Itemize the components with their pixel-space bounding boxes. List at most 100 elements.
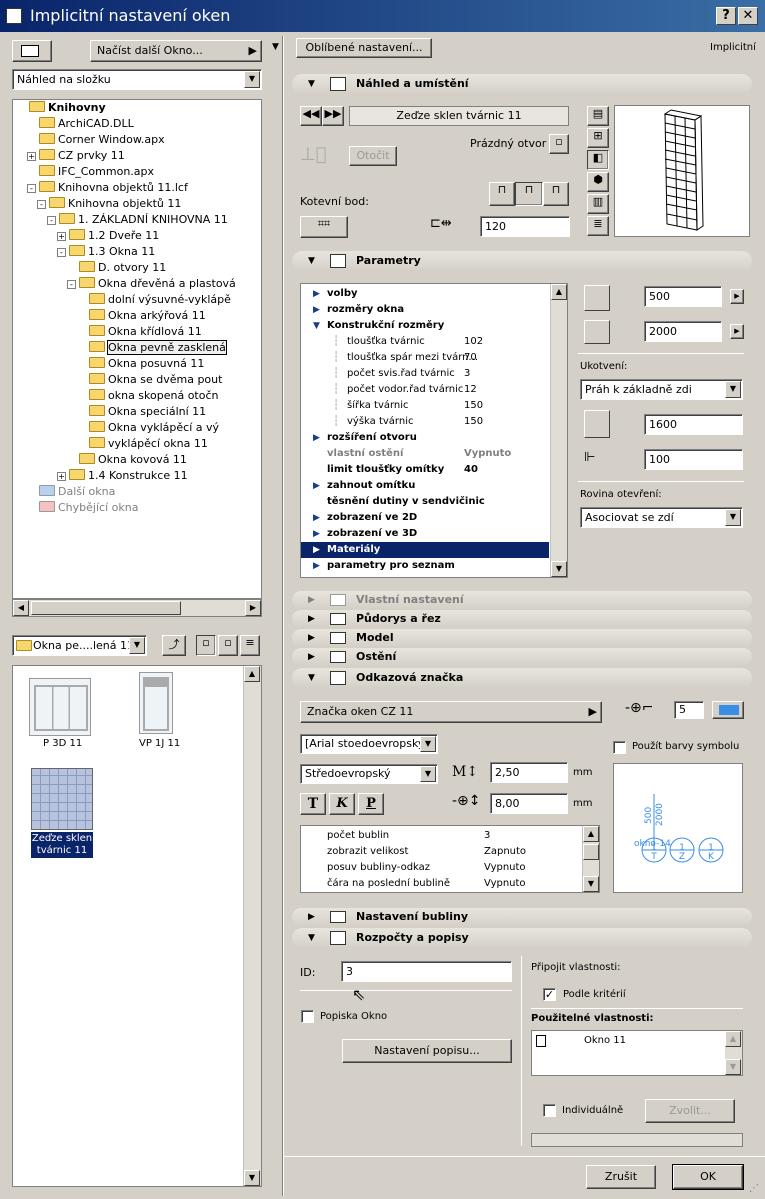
param-row[interactable]: ▶ zahnout omítku	[301, 478, 551, 494]
height-input[interactable]: 2000	[644, 321, 722, 342]
splitter-arrow-icon[interactable]: ▼	[272, 42, 279, 52]
scroll-down-icon[interactable]: ▼	[551, 561, 567, 577]
section-bubble-settings[interactable]: ▶ Nastavení bubliny	[292, 908, 752, 926]
bold-button[interactable]: T	[300, 793, 326, 815]
param-row[interactable]: ▶ zobrazení ve 2D	[301, 510, 551, 526]
scroll-thumb[interactable]	[583, 844, 599, 860]
marker-param-row[interactable]: čára na poslední bublině Vypnuto	[327, 876, 577, 892]
section-model[interactable]: ▶ Model	[292, 629, 752, 647]
expand-triangle-icon[interactable]: ▶	[313, 558, 320, 574]
scroll-down-icon[interactable]: ▼	[244, 1170, 260, 1186]
pen-color-button[interactable]	[712, 701, 744, 719]
marker-param-row[interactable]: počet bublin 3	[327, 828, 577, 844]
rotate-button[interactable]: Otočit	[349, 146, 397, 166]
scroll-thumb[interactable]	[31, 601, 181, 615]
section-reveal[interactable]: ▶ Ostění	[292, 648, 752, 666]
anchor-points-button[interactable]: ⌗⌗	[300, 216, 348, 238]
tree-node[interactable]: D. otvory 11	[79, 260, 166, 276]
thumb-vp1j[interactable]	[139, 672, 173, 734]
tree-node[interactable]: Okna křídlová 11	[89, 324, 202, 340]
cancel-button[interactable]: Zrušit	[586, 1165, 656, 1189]
empty-opening-button[interactable]: ▫	[549, 134, 569, 154]
close-button[interactable]: ✕	[738, 7, 758, 25]
chevron-down-icon[interactable]: ▼	[420, 766, 436, 782]
expand-triangle-icon[interactable]: ▶	[313, 430, 320, 446]
bubble-size-input[interactable]: 8,00	[490, 793, 568, 814]
marker-param-list[interactable]: počet bublin 3 zobrazit velikost Zapnuto pos…	[300, 825, 600, 893]
load-more-button[interactable]: Načíst další Okno... ▶	[90, 40, 262, 62]
small-view-button[interactable]: ▫	[218, 635, 238, 656]
anchor-center-button[interactable]: ⊓	[515, 182, 543, 206]
expand-triangle-icon[interactable]: ▶	[313, 510, 320, 526]
charset-select[interactable]: Středoevropský ▼	[300, 764, 438, 784]
favorites-button[interactable]: Oblíbené nastavení...	[296, 38, 432, 58]
param-row[interactable]: limit tloušťky omítky 40	[301, 462, 551, 478]
expand-triangle-icon[interactable]: ▶	[313, 478, 320, 494]
tree-node[interactable]: Knihovny	[29, 100, 106, 116]
expand-triangle-icon[interactable]: ▶	[313, 286, 320, 302]
collapse-icon[interactable]: -	[57, 248, 66, 257]
collapse-icon[interactable]: -	[47, 216, 56, 225]
collapse-icon[interactable]: -	[67, 280, 76, 289]
section-custom-settings[interactable]: ▶ Vlastní nastavení	[292, 591, 752, 609]
anchor-offset-input[interactable]: 120	[480, 216, 570, 237]
thumbnail-area[interactable]: P 3D 11 VP 1J 11 Zeďze sklen tvárnic 11 …	[12, 665, 262, 1187]
collapse-icon[interactable]: -	[37, 200, 46, 209]
param-row[interactable]: ┆ počet vodor.řad tvárnic 12	[301, 382, 551, 398]
resize-grip-icon[interactable]: ⋰	[749, 1183, 763, 1197]
tree-node[interactable]: okna skopená otočn	[89, 388, 219, 404]
tree-hscrollbar[interactable]: ◀ ▶	[12, 599, 262, 617]
thumb-p3d[interactable]	[29, 678, 91, 736]
italic-button[interactable]: K	[329, 793, 355, 815]
scroll-right-icon[interactable]: ▶	[245, 600, 261, 616]
elevation-view-button[interactable]: ◧	[587, 150, 609, 170]
thumb-glass-block[interactable]	[31, 768, 93, 830]
tree-node[interactable]: IFC_Common.apx	[39, 164, 154, 180]
section-preview-placement[interactable]: ▼ Náhled a umístění	[292, 74, 752, 94]
opening-plane-select[interactable]: Asociovat se zdí ▼	[580, 507, 743, 528]
chevron-down-icon[interactable]: ▼	[725, 381, 741, 398]
tree-node[interactable]: Chybějící okna	[39, 500, 138, 516]
marker-param-row[interactable]: posuv bubliny-odkaz Vypnuto	[327, 860, 577, 876]
chevron-down-icon[interactable]: ▼	[129, 637, 145, 654]
icon-view-button[interactable]: ▫	[196, 635, 216, 656]
tree-node[interactable]: Další okna	[39, 484, 115, 500]
plan-view-button[interactable]: ▤	[587, 106, 609, 126]
scroll-up-icon[interactable]: ▲	[551, 284, 567, 300]
chevron-down-icon[interactable]: ▼	[725, 509, 741, 526]
section-listing[interactable]: ▼ Rozpočty a popisy	[292, 928, 752, 948]
marker-type-select[interactable]: Značka oken CZ 11 ▶	[300, 701, 602, 723]
marker-scrollbar[interactable]: ▲ ▼	[582, 826, 599, 892]
sill-height-input[interactable]: 1600	[644, 414, 743, 435]
chevron-down-icon[interactable]: ▼	[420, 736, 436, 752]
list-preview-button[interactable]: ≣	[587, 216, 609, 236]
parameter-list[interactable]: ▶ volby ▶ rozměry okna ▼ Konstrukční rozměry ┆…	[300, 283, 568, 578]
section-floorplan[interactable]: ▶ Půdorys a řez	[292, 610, 752, 628]
library-tree[interactable]: Knihovny ArchiCAD.DLL Corner Window.apx + CZ…	[12, 99, 262, 599]
param-row[interactable]: ┆ počet svis.řad tvárnic 3	[301, 366, 551, 382]
choose-button[interactable]: Zvolit...	[645, 1099, 735, 1123]
anchoring-select[interactable]: Práh k základně zdi ▼	[580, 379, 743, 400]
tree-node[interactable]: - 1. ZÁKLADNÍ KNIHOVNA 11	[47, 212, 228, 228]
usable-props-list[interactable]: Okno 11 ▲ ▼	[531, 1030, 743, 1076]
chevron-down-icon[interactable]: ▼	[244, 71, 260, 88]
tree-node[interactable]: Okna kovová 11	[79, 452, 187, 468]
expand-icon[interactable]: +	[27, 152, 36, 161]
tree-node[interactable]: Okna vyklápěcí a vý	[89, 420, 219, 436]
tree-node[interactable]: Okna se dvěma pout	[89, 372, 222, 388]
expand-triangle-icon[interactable]: ▶	[313, 302, 320, 318]
tree-node[interactable]: - 1.3 Okna 11	[57, 244, 155, 260]
scroll-down-icon[interactable]: ▼	[725, 1059, 741, 1075]
expand-icon[interactable]: +	[57, 472, 66, 481]
label-settings-button[interactable]: Nastavení popisu...	[342, 1039, 512, 1063]
by-criteria-checkbox[interactable]: ✓	[543, 988, 556, 1001]
tree-node[interactable]: ArchiCAD.DLL	[39, 116, 134, 132]
param-row[interactable]: vlastní ostění Vypnuto	[301, 446, 551, 462]
tree-node[interactable]: + CZ prvky 11	[27, 148, 125, 164]
help-button[interactable]: ?	[716, 7, 736, 25]
param-row[interactable]: ▶ rozměry okna	[301, 302, 551, 318]
list-view-button[interactable]: ≡	[240, 635, 260, 656]
label-window-checkbox[interactable]	[301, 1010, 314, 1023]
view-mode-button[interactable]	[12, 40, 52, 62]
section-view-button[interactable]: ⊞	[587, 128, 609, 148]
